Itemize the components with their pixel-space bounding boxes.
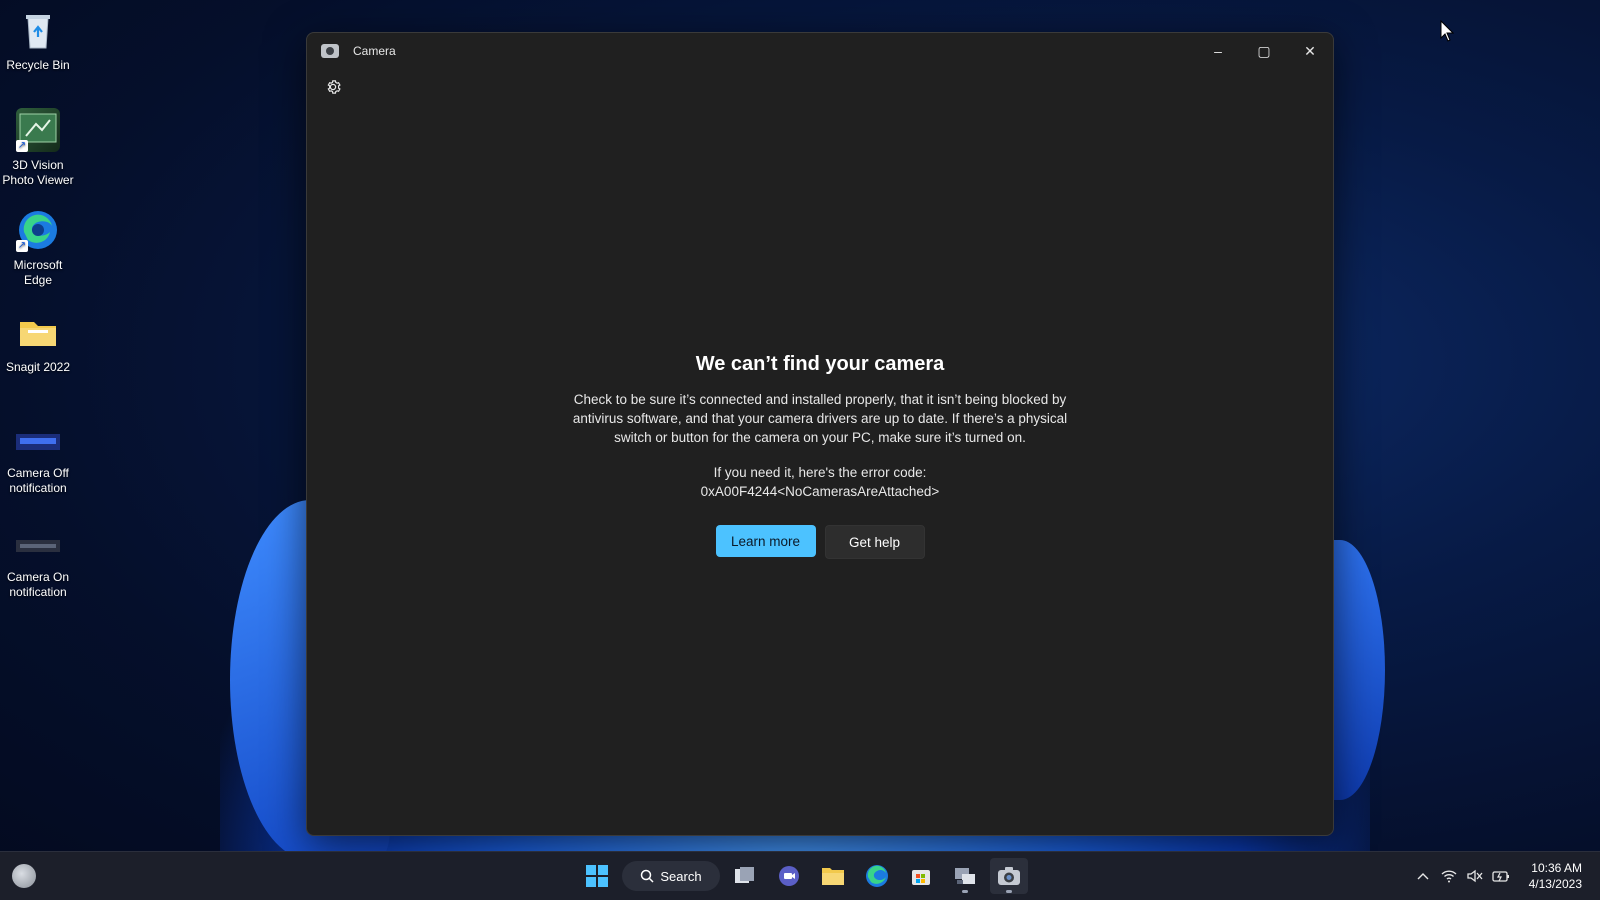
edge-taskbar-button[interactable] [858, 858, 896, 894]
3d-vision-icon: ↗ [16, 108, 60, 152]
file-explorer-button[interactable] [814, 858, 852, 894]
taskbar-search[interactable]: Search [622, 861, 720, 891]
folder-icon [822, 868, 844, 885]
teams-chat-button[interactable] [770, 858, 808, 894]
taskbar-apps: Search [578, 858, 1028, 894]
desktop-icon-label: Microsoft Edge [13, 258, 63, 287]
error-code: 0xA00F4244<NoCamerasAreAttached> [700, 484, 940, 499]
task-view-button[interactable] [726, 858, 764, 894]
error-description: Check to be sure it’s connected and inst… [572, 392, 1068, 445]
chat-icon [779, 866, 799, 886]
desktop-icon-label: Recycle Bin [6, 58, 70, 72]
notification-thumbnail-icon [16, 432, 60, 452]
window-title: Camera [353, 44, 396, 58]
shortcut-arrow-icon: ↗ [16, 240, 28, 252]
desktop-icon-label: Snagit 2022 [5, 360, 71, 374]
volume-muted-icon [1466, 869, 1483, 883]
running-indicator [962, 890, 968, 893]
notification-thumbnail-icon [16, 536, 60, 556]
desktop-icon-camera-on[interactable]: Camera On notification [2, 536, 74, 600]
mouse-cursor-icon [1440, 20, 1454, 42]
title-bar[interactable]: Camera – ▢ ✕ [307, 33, 1333, 69]
desktop-icon-snagit[interactable]: Snagit 2022 [2, 310, 74, 375]
system-tray: 10:36 AM 4/13/2023 [1411, 852, 1600, 900]
edge-icon: ↗ [16, 208, 60, 252]
store-icon [912, 870, 930, 885]
error-heading: We can’t find your camera [695, 353, 945, 375]
desktop-icon-label: 3D Vision Photo Viewer [2, 158, 74, 187]
running-indicator [1006, 890, 1012, 893]
desktop-icon-recycle-bin[interactable]: Recycle Bin [2, 8, 74, 73]
settings-button[interactable] [319, 73, 347, 101]
show-hidden-icons-button[interactable] [1411, 864, 1435, 888]
action-buttons: Learn more Get help [307, 525, 1333, 559]
windows-logo-icon [586, 865, 608, 887]
camera-app-icon [321, 44, 339, 58]
close-button[interactable]: ✕ [1287, 33, 1333, 69]
start-button[interactable] [578, 858, 616, 894]
shortcut-arrow-icon: ↗ [16, 140, 28, 152]
gear-icon [327, 80, 341, 94]
edge-icon [866, 865, 888, 887]
camera-taskbar-button[interactable] [990, 858, 1028, 894]
minimize-button[interactable]: – [1195, 33, 1241, 69]
desktop-icon-label: Camera On notification [6, 570, 70, 599]
desktop-icon-label: Camera Off notification [7, 466, 69, 495]
clock-time: 10:36 AM [1531, 861, 1582, 875]
battery-charging-icon [1491, 871, 1509, 882]
search-label: Search [660, 868, 702, 884]
store-button[interactable] [902, 858, 940, 894]
volume-status[interactable] [1463, 864, 1487, 888]
clock-date: 4/13/2023 [1528, 877, 1582, 891]
camera-window: Camera – ▢ ✕ We can’t find your camera C… [306, 32, 1334, 836]
battery-status[interactable] [1489, 864, 1513, 888]
taskbar-clock[interactable]: 10:36 AM 4/13/2023 [1529, 860, 1582, 892]
camera-icon [998, 867, 1020, 885]
error-code-intro: If you need it, here's the error code: [713, 465, 927, 480]
folder-icon [16, 310, 60, 354]
wifi-icon [1441, 870, 1457, 883]
error-content: We can’t find your camera Check to be su… [307, 353, 1333, 559]
get-help-button[interactable]: Get help [824, 525, 925, 559]
desktop-icon-3d-vision[interactable]: ↗ 3D Vision Photo Viewer [2, 108, 74, 188]
device-manager-icon [955, 868, 975, 884]
window-controls: – ▢ ✕ [1195, 33, 1333, 69]
task-view-icon [735, 867, 754, 883]
taskbar: Search 10:36 AM 4/13/2023 [0, 851, 1600, 900]
desktop-icon-edge[interactable]: ↗ Microsoft Edge [2, 208, 74, 288]
desktop-icon-camera-off[interactable]: Camera Off notification [2, 432, 74, 496]
maximize-button[interactable]: ▢ [1241, 33, 1287, 69]
wifi-status[interactable] [1437, 864, 1461, 888]
learn-more-button[interactable]: Learn more [715, 525, 816, 557]
search-icon [641, 869, 654, 883]
device-app-button[interactable] [946, 858, 984, 894]
chevron-up-icon [1417, 873, 1429, 880]
weather-widget-icon[interactable] [12, 864, 36, 888]
recycle-bin-icon [16, 8, 60, 52]
